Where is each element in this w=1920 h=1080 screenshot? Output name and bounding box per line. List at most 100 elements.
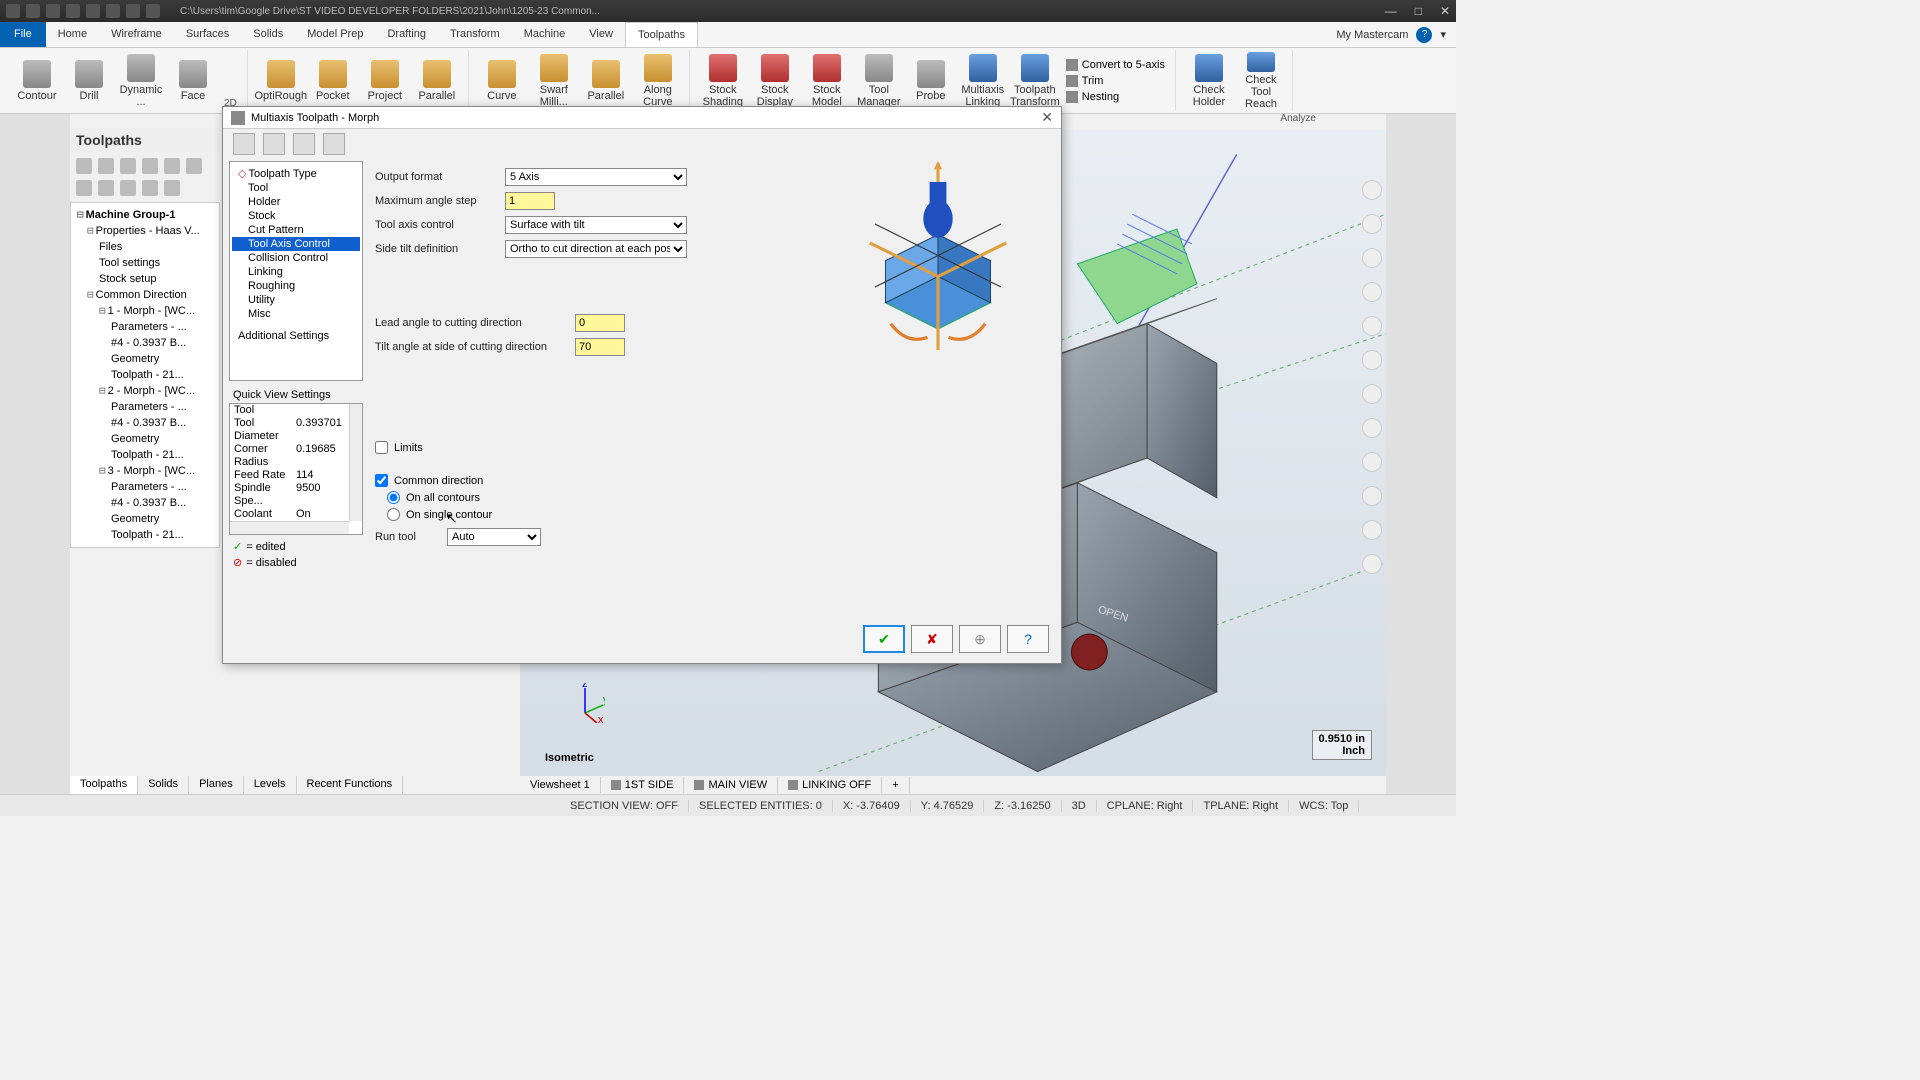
output-format-select[interactable]: 5 Axis	[505, 168, 687, 186]
ribbon-convert5axis[interactable]: Convert to 5-axis	[1066, 59, 1165, 71]
ok-button[interactable]: ✔	[863, 625, 905, 653]
ribbon-contour[interactable]: Contour	[12, 52, 62, 110]
tool-icon[interactable]	[186, 158, 202, 174]
ribbon-face[interactable]: Face	[168, 52, 218, 110]
tab-toolpaths[interactable]: Toolpaths	[70, 776, 138, 794]
view-tool-icon[interactable]	[1362, 452, 1382, 472]
dialog-tree[interactable]: ◇Toolpath Type Tool Holder Stock Cut Pat…	[229, 161, 363, 381]
tool-icon[interactable]	[142, 158, 158, 174]
qat-icon[interactable]	[86, 4, 100, 18]
ribbon-parallel-multi[interactable]: Parallel	[581, 52, 631, 110]
view-tool-icon[interactable]	[1362, 554, 1382, 574]
status-cplane[interactable]: CPLANE: Right	[1097, 800, 1194, 812]
status-section[interactable]: SECTION VIEW: OFF	[560, 800, 689, 812]
tool-icon[interactable]	[76, 158, 92, 174]
qat-icon[interactable]	[46, 4, 60, 18]
tab-planes[interactable]: Planes	[189, 776, 244, 794]
status-tplane[interactable]: TPLANE: Right	[1193, 800, 1289, 812]
qat-redo-icon[interactable]	[146, 4, 160, 18]
ribbon-drill[interactable]: Drill	[64, 52, 114, 110]
ribbon-probe[interactable]: Probe	[906, 52, 956, 110]
tool-icon[interactable]	[164, 158, 180, 174]
ribbon-tptransform[interactable]: Toolpath Transform	[1010, 52, 1060, 110]
toolbar-save-icon[interactable]	[263, 133, 285, 155]
viewsheet-1st[interactable]: 1ST SIDE	[601, 777, 685, 793]
viewsheet-linking[interactable]: LINKING OFF	[778, 777, 882, 793]
limits-check[interactable]	[375, 441, 388, 454]
view-tool-icon[interactable]	[1362, 384, 1382, 404]
viewsheet-main[interactable]: MAIN VIEW	[684, 777, 778, 793]
view-tool-icon[interactable]	[1362, 350, 1382, 370]
ribbon-stockmodel[interactable]: Stock Model	[802, 52, 852, 110]
view-tool-icon[interactable]	[1362, 520, 1382, 540]
close-icon[interactable]: ✕	[1440, 4, 1450, 18]
qat-icon[interactable]	[26, 4, 40, 18]
file-menu[interactable]: File	[0, 22, 46, 47]
ribbon-project[interactable]: Project	[360, 52, 410, 110]
on-single-contour-radio[interactable]	[387, 508, 400, 521]
viewsheet-add[interactable]: +	[882, 777, 909, 793]
tool-axis-select[interactable]: Surface with tilt	[505, 216, 687, 234]
menu-solids[interactable]: Solids	[241, 22, 295, 47]
ribbon-stockshading[interactable]: Stock Shading	[698, 52, 748, 110]
menu-surfaces[interactable]: Surfaces	[174, 22, 241, 47]
chevron-down-icon[interactable]: ▾	[1440, 28, 1446, 41]
view-tool-icon[interactable]	[1362, 316, 1382, 336]
qat-icon[interactable]	[106, 4, 120, 18]
tool-icon[interactable]	[98, 180, 114, 196]
toolbar-icon[interactable]	[293, 133, 315, 155]
ribbon-checkreach[interactable]: Check Tool Reach	[1236, 52, 1286, 110]
menu-home[interactable]: Home	[46, 22, 99, 47]
ribbon-curve[interactable]: Curve	[477, 52, 527, 110]
tool-icon[interactable]	[120, 180, 136, 196]
tab-solids[interactable]: Solids	[138, 776, 189, 794]
tab-recent[interactable]: Recent Functions	[297, 776, 404, 794]
menu-modelprep[interactable]: Model Prep	[295, 22, 375, 47]
minimize-icon[interactable]: ―	[1385, 4, 1397, 18]
tool-icon[interactable]	[98, 158, 114, 174]
view-tool-icon[interactable]	[1362, 214, 1382, 234]
apply-button[interactable]: ⊕	[959, 625, 1001, 653]
status-mode[interactable]: 3D	[1062, 800, 1097, 812]
side-tilt-select[interactable]: Ortho to cut direction at each position	[505, 240, 687, 258]
scrollbar-vertical[interactable]	[349, 404, 362, 521]
view-tool-icon[interactable]	[1362, 248, 1382, 268]
tool-icon[interactable]	[120, 158, 136, 174]
dialog-close-icon[interactable]: ✕	[1041, 109, 1053, 126]
cancel-button[interactable]: ✘	[911, 625, 953, 653]
max-angle-input[interactable]	[505, 192, 555, 210]
scrollbar-horizontal[interactable]	[230, 521, 349, 534]
ribbon-dynamic[interactable]: Dynamic ...	[116, 52, 166, 110]
ribbon-alongcurve[interactable]: Along Curve	[633, 52, 683, 110]
view-tool-icon[interactable]	[1362, 418, 1382, 438]
user-label[interactable]: My Mastercam	[1336, 29, 1408, 41]
menu-toolpaths[interactable]: Toolpaths	[625, 22, 698, 47]
common-direction-check[interactable]	[375, 474, 388, 487]
status-wcs[interactable]: WCS: Top	[1289, 800, 1359, 812]
ribbon-parallel-3d[interactable]: Parallel	[412, 52, 462, 110]
ribbon-toolmanager[interactable]: Tool Manager	[854, 52, 904, 110]
menu-wireframe[interactable]: Wireframe	[99, 22, 174, 47]
viewsheet-1[interactable]: Viewsheet 1	[520, 777, 601, 793]
view-tool-icon[interactable]	[1362, 282, 1382, 302]
tool-icon[interactable]	[76, 180, 92, 196]
menu-transform[interactable]: Transform	[438, 22, 512, 47]
help-icon[interactable]: ?	[1416, 27, 1432, 43]
lead-angle-input[interactable]	[575, 314, 625, 332]
ribbon-swarf[interactable]: Swarf Milli...	[529, 52, 579, 110]
view-tool-icon[interactable]	[1362, 180, 1382, 200]
toolbar-icon[interactable]	[233, 133, 255, 155]
view-tool-icon[interactable]	[1362, 486, 1382, 506]
qat-icon[interactable]	[6, 4, 20, 18]
maximize-icon[interactable]: □	[1415, 4, 1422, 18]
help-button[interactable]: ?	[1007, 625, 1049, 653]
ribbon-checkholder[interactable]: Check Holder	[1184, 52, 1234, 110]
ribbon-trim[interactable]: Trim	[1066, 75, 1165, 87]
toolbar-icon[interactable]	[323, 133, 345, 155]
tilt-angle-input[interactable]	[575, 338, 625, 356]
qat-undo-icon[interactable]	[126, 4, 140, 18]
menu-drafting[interactable]: Drafting	[375, 22, 438, 47]
ribbon-pocket[interactable]: Pocket	[308, 52, 358, 110]
ribbon-stockdisplay[interactable]: Stock Display	[750, 52, 800, 110]
tool-icon[interactable]	[142, 180, 158, 196]
